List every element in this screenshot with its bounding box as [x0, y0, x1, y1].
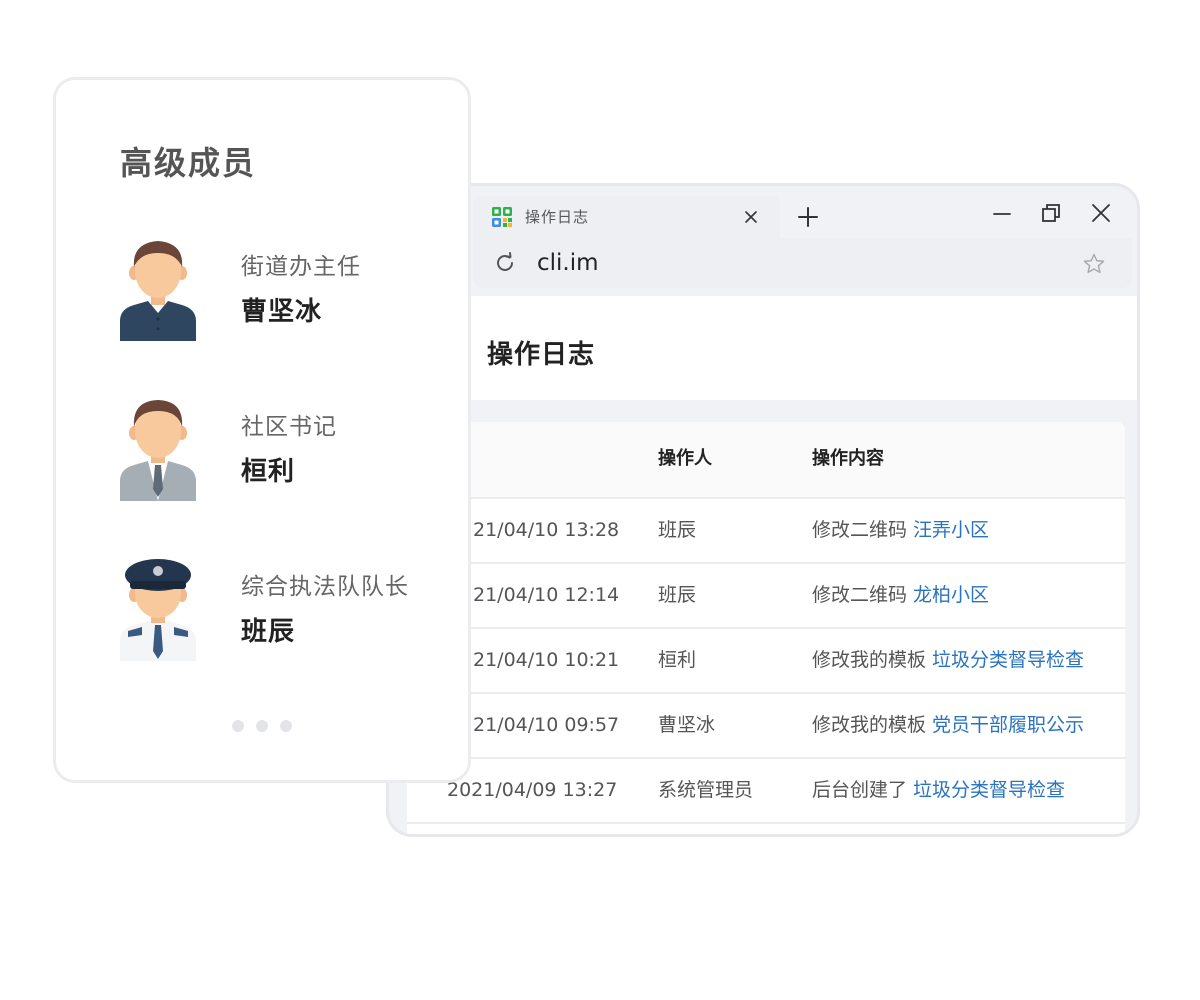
cell-operator: 曹坚冰: [658, 714, 716, 736]
member-role: 社区书记: [241, 414, 337, 440]
cell-content: 修改我的模板 党员干部履职公示: [812, 712, 1084, 738]
officer-avatar-cap: [120, 559, 196, 661]
bookmark-star-icon[interactable]: [1082, 252, 1106, 276]
member-item[interactable]: 街道办主任 曹坚冰: [120, 237, 440, 341]
table-row: 2021/04/09 13:27 系统管理员 后台创建了 垃圾分类督导检查: [407, 757, 1125, 824]
cell-time: 21/04/10 10:21: [473, 649, 620, 671]
cell-action: 修改我的模板: [812, 649, 927, 671]
member-role: 街道办主任: [241, 254, 361, 280]
address-bar[interactable]: cli.im: [473, 238, 1132, 288]
cell-operator: 桓利: [658, 649, 697, 671]
pager-dot[interactable]: [256, 720, 268, 732]
reload-icon[interactable]: [493, 251, 517, 275]
browser-tab[interactable]: 操作日志: [473, 196, 780, 238]
man-avatar-gray-suit: [120, 400, 196, 501]
pager-dot[interactable]: [232, 720, 244, 732]
tab-title: 操作日志: [525, 208, 590, 226]
cell-time: 21/04/10 13:28: [473, 519, 620, 541]
member-name: 班辰: [241, 617, 296, 647]
table-row: 21/04/10 09:57 曹坚冰 修改我的模板 党员干部履职公示: [407, 692, 1125, 759]
cell-operator: 班辰: [658, 519, 697, 541]
cell-operator: 系统管理员: [658, 779, 754, 801]
members-card: 高级成员 街道办主任 曹坚冰 社区书记 桓利 综合执法队队长 班辰: [53, 77, 471, 783]
cell-target-link[interactable]: 垃圾分类督导检查: [932, 649, 1084, 671]
browser-window: 操作日志 cli.im 操作日志 操作人 操作内容 21/04/10 13:28…: [386, 183, 1140, 837]
cell-action: 修改二维码: [812, 584, 908, 606]
url-text[interactable]: cli.im: [537, 246, 599, 280]
member-item[interactable]: 社区书记 桓利: [120, 397, 440, 501]
table-row: 21/04/10 13:28 班辰 修改二维码 汪弄小区: [407, 497, 1125, 564]
close-icon[interactable]: [743, 209, 759, 225]
page-title: 操作日志: [487, 340, 596, 370]
page-header: 操作日志: [389, 296, 1137, 400]
cell-target-link[interactable]: 垃圾分类督导检查: [913, 779, 1065, 801]
cell-time: 21/04/10 12:14: [473, 584, 620, 606]
table-row: 21/04/10 12:14 班辰 修改二维码 龙柏小区: [407, 562, 1125, 629]
member-role: 综合执法队队长: [241, 574, 409, 600]
window-close-icon[interactable]: [1091, 203, 1111, 223]
cell-content: 修改二维码 汪弄小区: [812, 517, 989, 543]
cell-target-link[interactable]: 党员干部履职公示: [932, 714, 1084, 736]
cell-action: 修改我的模板: [812, 714, 927, 736]
member-name: 曹坚冰: [241, 297, 323, 327]
qr-code-favicon-icon: [492, 207, 512, 227]
column-header-content: 操作内容: [812, 448, 884, 469]
cell-content: 修改二维码 龙柏小区: [812, 582, 989, 608]
column-header-operator: 操作人: [658, 448, 712, 469]
cell-target-link[interactable]: 龙柏小区: [913, 584, 989, 606]
restore-icon[interactable]: [1041, 203, 1061, 223]
members-title: 高级成员: [120, 144, 257, 182]
plus-icon[interactable]: [797, 206, 819, 228]
table-row: 21/04/10 10:21 桓利 修改我的模板 垃圾分类督导检查: [407, 627, 1125, 694]
man-avatar-navy-shirt: [120, 241, 196, 341]
cell-content: 后台创建了 垃圾分类督导检查: [812, 777, 1065, 803]
cell-target-link[interactable]: 汪弄小区: [913, 519, 989, 541]
member-name: 桓利: [241, 457, 296, 487]
minimize-icon[interactable]: [993, 205, 1011, 223]
pager-dots: [232, 717, 304, 732]
member-item[interactable]: 综合执法队队长 班辰: [120, 557, 440, 661]
cell-operator: 班辰: [658, 584, 697, 606]
cell-time: 2021/04/09 13:27: [447, 779, 618, 801]
cell-time: 21/04/10 09:57: [473, 714, 620, 736]
cell-action: 后台创建了: [812, 779, 908, 801]
log-table: 间 操作人 操作内容 21/04/10 13:28 班辰 修改二维码汪弄小区 2…: [407, 422, 1125, 834]
cell-content: 修改我的模板 垃圾分类督导检查: [812, 647, 1084, 673]
browser-titlebar: 操作日志: [389, 186, 1137, 238]
pager-dot[interactable]: [280, 720, 292, 732]
table-header: 间 操作人 操作内容: [407, 422, 1125, 499]
cell-action: 修改二维码: [812, 519, 908, 541]
